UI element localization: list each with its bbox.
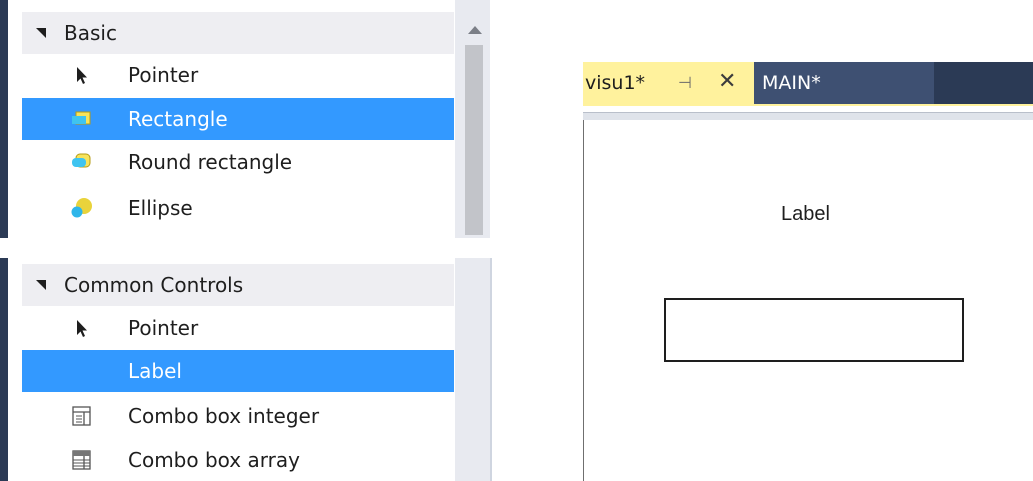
expand-triangle-icon bbox=[36, 28, 46, 38]
toolbox-item-label: Round rectangle bbox=[128, 150, 293, 174]
combo-box-integer-icon bbox=[72, 406, 91, 426]
toolbox-item-label-text: Label bbox=[128, 359, 182, 383]
round-rectangle-icon bbox=[72, 153, 91, 168]
toolbox-item-rectangle[interactable]: Rectangle bbox=[22, 98, 454, 140]
toolbox-item-ellipse[interactable]: Ellipse bbox=[22, 187, 454, 229]
tab-label: visu1* bbox=[585, 72, 646, 94]
active-tab-underline bbox=[583, 104, 1033, 106]
toolbox-item-combo-box-array[interactable]: Combo box array bbox=[22, 439, 454, 481]
expand-triangle-icon bbox=[36, 280, 46, 290]
toolbox-item-label: Combo box integer bbox=[128, 404, 320, 428]
tab-main[interactable]: MAIN* bbox=[754, 62, 934, 104]
common-controls-group-header[interactable]: Common Controls bbox=[22, 264, 454, 306]
tab-label: MAIN* bbox=[762, 72, 821, 94]
canvas-rectangle-element[interactable] bbox=[664, 298, 964, 362]
toolbox-item-label[interactable]: Label bbox=[22, 350, 454, 392]
panel-edge bbox=[0, 258, 8, 481]
basic-group-header[interactable]: Basic bbox=[22, 12, 454, 54]
scrollbar-thumb[interactable] bbox=[465, 45, 483, 235]
rectangle-icon bbox=[72, 111, 91, 125]
pin-icon[interactable]: ⊣ bbox=[678, 74, 692, 92]
pointer-icon bbox=[77, 67, 87, 84]
panel-divider bbox=[490, 258, 492, 481]
scrollbar-track[interactable] bbox=[455, 258, 490, 481]
toolbox-basic-panel: Basic Pointer Rectangle Round rectangle … bbox=[0, 0, 490, 238]
ellipse-icon bbox=[71, 198, 92, 218]
toolbox-item-label: Ellipse bbox=[128, 196, 193, 220]
toolbox-item-label: Pointer bbox=[128, 63, 199, 87]
basic-group-title: Basic bbox=[64, 21, 117, 45]
toolbox-item-pointer[interactable]: Pointer bbox=[22, 307, 454, 349]
close-icon[interactable]: ✕ bbox=[718, 70, 736, 94]
toolbox-item-label: Pointer bbox=[128, 316, 199, 340]
pointer-icon bbox=[77, 320, 87, 337]
visualization-editor: visu1* ⊣ ✕ MAIN* Label bbox=[583, 62, 1033, 481]
toolbox-item-label: Combo box array bbox=[128, 448, 300, 472]
vertical-scrollbar[interactable] bbox=[455, 0, 490, 238]
combo-box-array-icon bbox=[72, 450, 91, 470]
toolbox-item-label: Rectangle bbox=[128, 107, 228, 131]
visualization-canvas[interactable]: Label bbox=[583, 120, 1033, 481]
toolbox-item-pointer[interactable]: Pointer bbox=[22, 54, 454, 96]
tab-visu1[interactable]: visu1* ⊣ ✕ bbox=[583, 62, 754, 104]
canvas-label-element[interactable]: Label bbox=[781, 203, 830, 226]
panel-edge bbox=[0, 0, 8, 238]
scroll-up-arrow-icon[interactable] bbox=[468, 26, 482, 34]
toolbox-common-controls-panel: Common Controls Pointer Label Combo box … bbox=[0, 258, 492, 481]
toolbox-item-round-rectangle[interactable]: Round rectangle bbox=[22, 141, 454, 183]
toolbox-item-combo-box-integer[interactable]: Combo box integer bbox=[22, 395, 454, 437]
common-controls-group-title: Common Controls bbox=[64, 273, 244, 297]
